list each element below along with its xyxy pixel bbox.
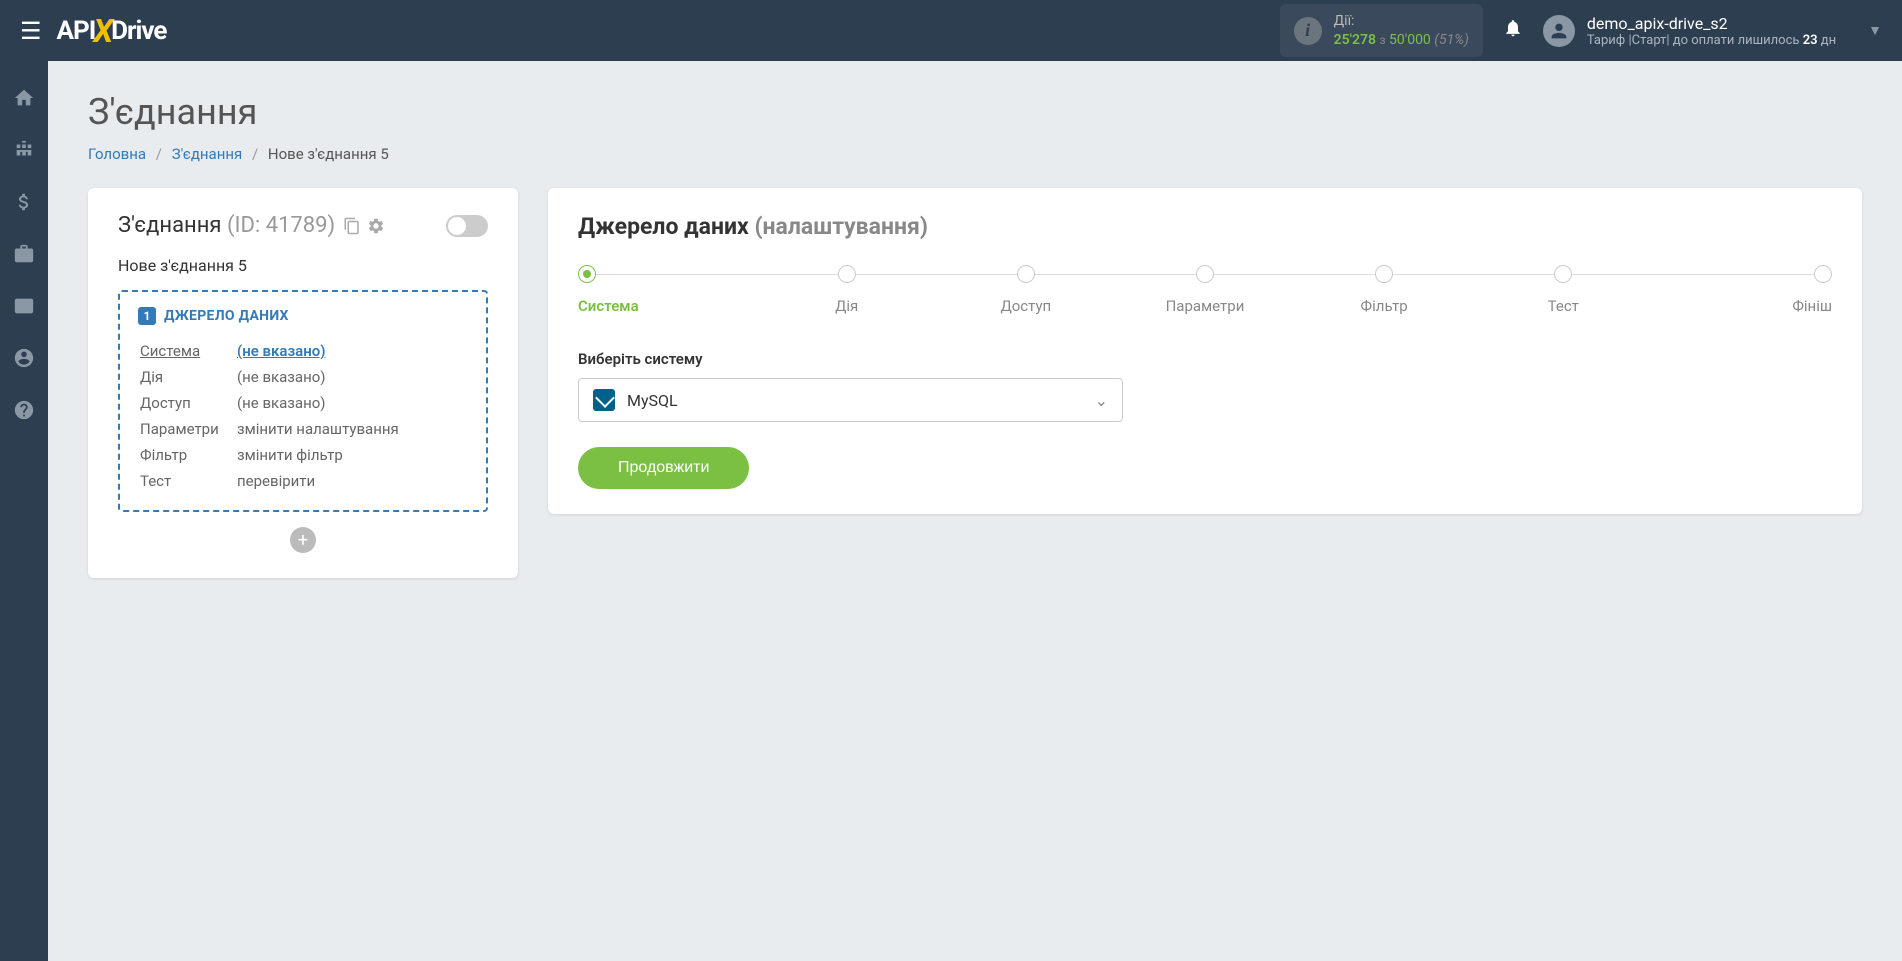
row-value: (не вказано) <box>237 365 466 389</box>
main-content: З'єднання Головна / З'єднання / Нове з'є… <box>48 61 1902 608</box>
header-right: i Дії: 25'278 з 50'000 (51%) demo_apix-d… <box>1280 4 1892 56</box>
video-icon[interactable] <box>12 294 36 318</box>
row-value: перевірити <box>237 469 466 493</box>
row-action[interactable]: Дія (не вказано) <box>140 365 466 389</box>
source-header: 1 ДЖЕРЕЛО ДАНИХ <box>138 307 468 325</box>
user-info: demo_apix-drive_s2 Тариф |Старт| до опла… <box>1587 14 1836 48</box>
breadcrumb-current: Нове з'єднання 5 <box>268 145 389 163</box>
row-test[interactable]: Тест перевірити <box>140 469 466 493</box>
row-value: змінити фільтр <box>237 443 466 467</box>
hamburger-icon[interactable]: ☰ <box>10 17 52 45</box>
system-field-label: Виберіть систему <box>578 350 1832 368</box>
breadcrumb-connections[interactable]: З'єднання <box>172 145 243 163</box>
step-access[interactable]: Доступ <box>936 265 1115 315</box>
connection-name: Нове з'єднання 5 <box>118 256 488 275</box>
row-label: Тест <box>140 469 235 493</box>
select-value: MySQL <box>627 391 678 410</box>
mysql-icon <box>593 389 615 411</box>
settings-panel: Джерело даних (налаштування) Система Дія… <box>548 188 1862 514</box>
gear-icon[interactable] <box>367 217 385 235</box>
connection-id: (ID: 41789) <box>227 213 335 238</box>
source-box: 1 ДЖЕРЕЛО ДАНИХ Система (не вказано) Дія… <box>118 290 488 512</box>
panels: З'єднання (ID: 41789) Нове з'єднання 5 1… <box>88 188 1862 578</box>
header: ☰ API X Drive i Дії: 25'278 з 50'000 (51… <box>0 0 1902 61</box>
row-label: Система <box>140 339 235 363</box>
row-value: змінити налаштування <box>237 417 466 441</box>
row-filter[interactable]: Фільтр змінити фільтр <box>140 443 466 467</box>
source-table: Система (не вказано) Дія (не вказано) До… <box>138 337 468 495</box>
logo[interactable]: API X Drive <box>57 12 167 50</box>
actions-percent: (51%) <box>1434 32 1469 48</box>
connection-title: З'єднання (ID: 41789) <box>118 213 335 238</box>
source-title: ДЖЕРЕЛО ДАНИХ <box>164 308 289 324</box>
actions-text: Дії: 25'278 з 50'000 (51%) <box>1334 12 1469 48</box>
step-filter[interactable]: Фільтр <box>1295 265 1474 315</box>
row-label: Доступ <box>140 391 235 415</box>
actions-used: 25'278 <box>1334 32 1376 48</box>
settings-subtitle: (налаштування) <box>754 213 927 240</box>
actions-total: 50'000 <box>1389 32 1431 48</box>
actions-label: Дії: <box>1334 12 1469 30</box>
continue-button[interactable]: Продовжити <box>578 447 749 489</box>
briefcase-icon[interactable] <box>12 242 36 266</box>
page-title: З'єднання <box>88 91 1862 133</box>
breadcrumb-home[interactable]: Головна <box>88 145 146 163</box>
billing-icon[interactable] <box>12 190 36 214</box>
row-label: Параметри <box>140 417 235 441</box>
user-name: demo_apix-drive_s2 <box>1587 14 1836 33</box>
connection-toggle[interactable] <box>446 215 488 237</box>
chevron-down-icon: ⌄ <box>1095 391 1108 410</box>
breadcrumb-separator: / <box>156 145 162 163</box>
row-value-link[interactable]: (не вказано) <box>237 342 325 360</box>
add-destination-button[interactable]: + <box>290 527 316 553</box>
row-system[interactable]: Система (не вказано) <box>140 339 466 363</box>
step-params[interactable]: Параметри <box>1115 265 1294 315</box>
user-icon[interactable] <box>12 346 36 370</box>
connection-header: З'єднання (ID: 41789) <box>118 213 488 238</box>
row-access[interactable]: Доступ (не вказано) <box>140 391 466 415</box>
row-params[interactable]: Параметри змінити налаштування <box>140 417 466 441</box>
row-value: (не вказано) <box>237 391 466 415</box>
actions-separator: з <box>1379 33 1385 47</box>
logo-text: API <box>57 16 96 46</box>
system-select[interactable]: MySQL ⌄ <box>578 378 1123 422</box>
user-tariff: Тариф |Старт| до оплати лишилось 23 дн <box>1587 33 1836 48</box>
home-icon[interactable] <box>12 86 36 110</box>
step-test[interactable]: Тест <box>1474 265 1653 315</box>
step-system[interactable]: Система <box>578 265 757 315</box>
actions-usage-block[interactable]: i Дії: 25'278 з 50'000 (51%) <box>1280 4 1483 56</box>
breadcrumb-separator: / <box>252 145 258 163</box>
logo-text: Drive <box>111 16 166 46</box>
row-label: Дія <box>140 365 235 389</box>
row-label: Фільтр <box>140 443 235 467</box>
breadcrumb: Головна / З'єднання / Нове з'єднання 5 <box>88 145 1862 163</box>
bell-icon[interactable] <box>1503 18 1523 43</box>
user-menu[interactable]: demo_apix-drive_s2 Тариф |Старт| до опла… <box>1543 14 1892 48</box>
step-action[interactable]: Дія <box>757 265 936 315</box>
info-icon: i <box>1294 17 1322 45</box>
connections-icon[interactable] <box>12 138 36 162</box>
copy-icon[interactable] <box>343 217 361 235</box>
wizard-steps: Система Дія Доступ Параметри Фільтр Тест… <box>578 265 1832 315</box>
help-icon[interactable] <box>12 398 36 422</box>
chevron-down-icon: ▼ <box>1868 22 1882 39</box>
connection-panel: З'єднання (ID: 41789) Нове з'єднання 5 1… <box>88 188 518 578</box>
settings-title: Джерело даних (налаштування) <box>578 213 1832 240</box>
sidebar <box>0 61 48 961</box>
source-badge: 1 <box>138 307 156 325</box>
avatar-icon <box>1543 15 1575 47</box>
connection-actions <box>343 217 385 235</box>
step-finish[interactable]: Фініш <box>1653 265 1832 315</box>
